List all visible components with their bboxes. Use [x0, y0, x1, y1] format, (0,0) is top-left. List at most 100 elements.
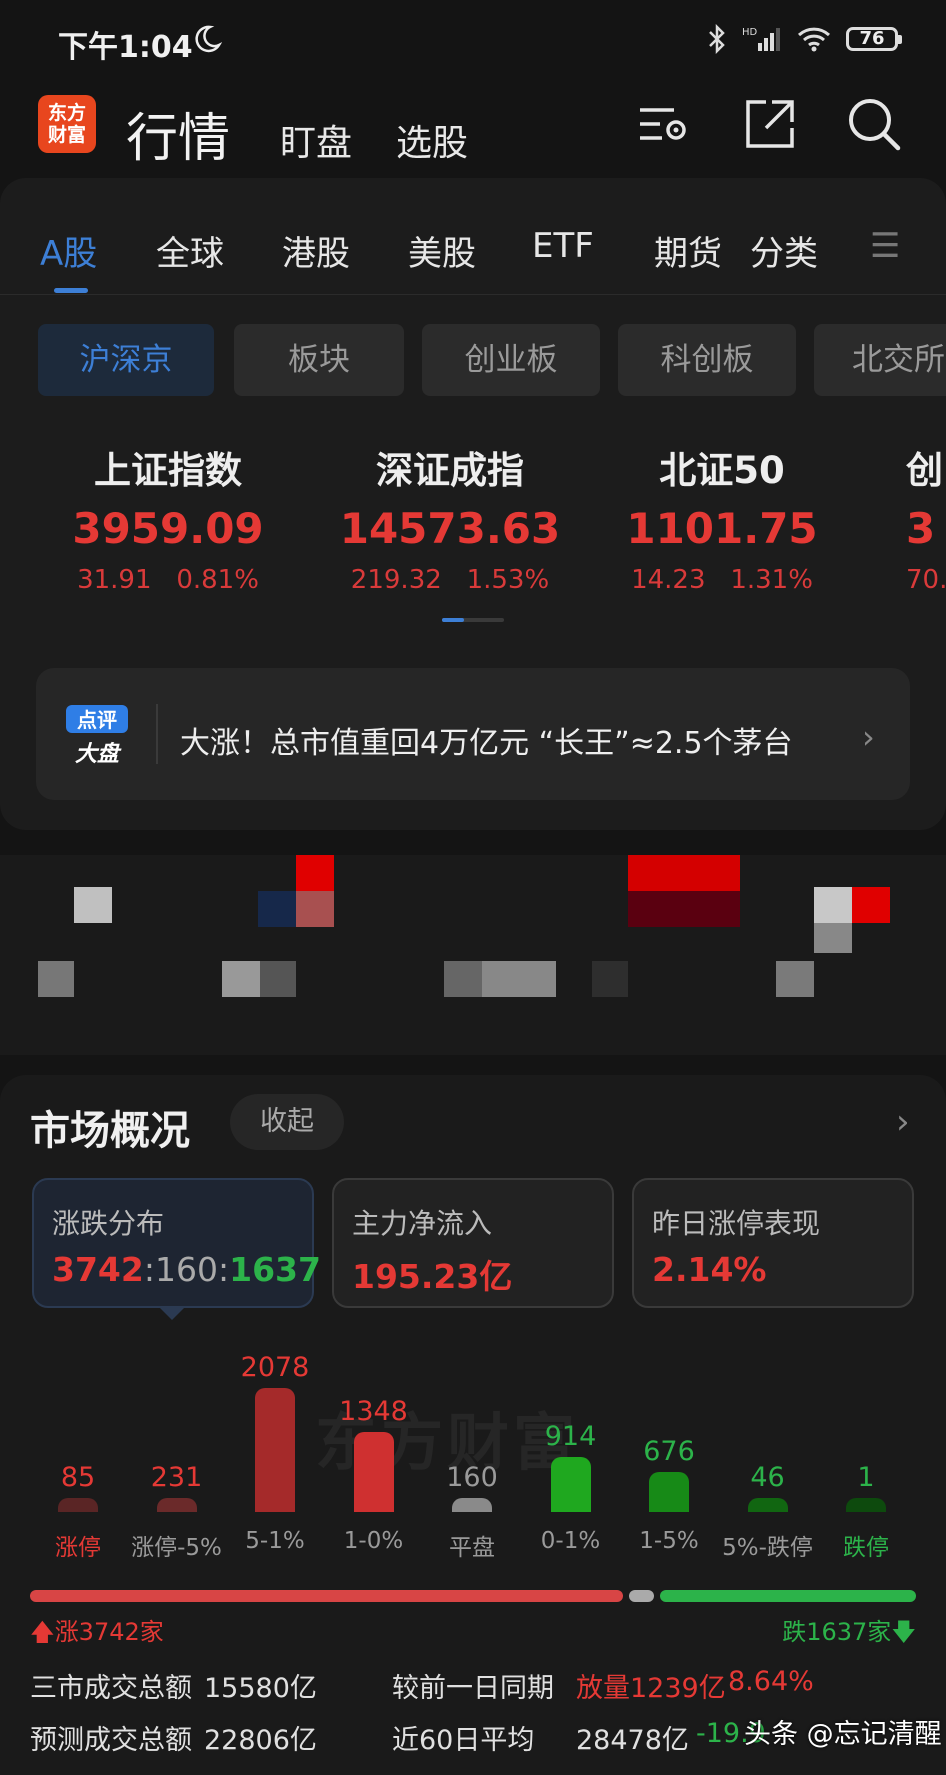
tab-categories[interactable]: 分类: [750, 226, 818, 275]
down-total: 跌1637家🡇: [782, 1618, 916, 1646]
tab-hk-stocks[interactable]: 港股: [282, 226, 350, 275]
index-change: 31.91 0.81%: [77, 565, 259, 595]
index-change: 14.23 1.31%: [631, 565, 813, 595]
tab-watchlist[interactable]: 盯盘: [280, 114, 352, 166]
moon-icon: [192, 24, 223, 58]
card-pointer: [158, 1306, 186, 1320]
status-time: 下午1:04: [58, 30, 193, 65]
turnover-value: 15580亿: [204, 1673, 317, 1704]
forecast-value: 22806亿: [204, 1725, 317, 1756]
chart-bar: [58, 1498, 98, 1512]
chart-category-label: 跌停: [843, 1535, 889, 1561]
battery-indicator: 76: [846, 27, 902, 51]
card-label: 涨跌分布: [52, 1207, 165, 1240]
page-indicator: [442, 618, 504, 622]
ratio-bar-down: [660, 1590, 916, 1602]
chart-category-label: 1-5%: [639, 1528, 699, 1554]
index-card-bse50[interactable]: 北证50 1101.75 14.23 1.31%: [612, 440, 832, 595]
index-name: 深证成指: [376, 449, 524, 492]
footer-watermark: 头条 @忘记清醒: [744, 1719, 942, 1750]
tab-global[interactable]: 全球: [156, 226, 224, 275]
avg-label: 近60日平均: [392, 1725, 535, 1756]
tab-stock-picker[interactable]: 选股: [396, 114, 468, 166]
chevron-right-icon[interactable]: ›: [896, 1102, 910, 1142]
menu-icon[interactable]: ☰: [870, 226, 900, 266]
chart-data-label: 46: [750, 1462, 785, 1493]
index-value: 14573.63: [339, 504, 561, 553]
index-value: 1101.75: [626, 504, 818, 553]
tabs-divider: [0, 294, 946, 295]
chart-category-label: 5%-跌停: [722, 1535, 813, 1561]
index-card-shenzhen[interactable]: 深证成指 14573.63 219.32 1.53%: [330, 440, 570, 595]
index-value: 3: [906, 504, 936, 553]
card-value: 195.23亿: [352, 1257, 513, 1296]
status-icons: HD 76: [706, 24, 902, 54]
signal-icon: HD: [742, 27, 780, 51]
badge-text-1: 点评: [77, 708, 117, 732]
index-name: 北证50: [659, 449, 785, 492]
turnover-label: 三市成交总额: [30, 1673, 192, 1704]
wifi-icon: [797, 27, 831, 52]
chip-sh-sz-bj[interactable]: 沪深京: [38, 324, 214, 396]
section-title: 市场概况: [30, 1108, 190, 1154]
share-external-icon[interactable]: [742, 96, 798, 152]
compare-label: 较前一日同期: [392, 1673, 554, 1704]
news-headline: 大涨！总市值重回4万亿元 “长王”≈2.5个茅台: [180, 726, 793, 761]
chevron-right-icon: ›: [862, 718, 875, 756]
chart-bar: [353, 1431, 394, 1512]
chart-data-label: 1348: [339, 1395, 408, 1427]
card-main-net-inflow[interactable]: 主力净流入 195.23亿: [332, 1178, 614, 1308]
compare-pct: 8.64%: [728, 1666, 814, 1697]
tab-a-shares[interactable]: A股: [40, 226, 97, 275]
bluetooth-icon: [709, 24, 725, 54]
chart-category-label: 平盘: [449, 1535, 495, 1561]
chip-chinext[interactable]: 创业板: [422, 324, 600, 396]
card-value: 2.14%: [652, 1250, 767, 1289]
tab-us-stocks[interactable]: 美股: [408, 226, 476, 275]
card-limit-up-performance[interactable]: 昨日涨停表现 2.14%: [632, 1178, 914, 1308]
index-name: 创: [906, 449, 943, 492]
chart-data-label: 1: [857, 1462, 875, 1493]
forecast-label: 预测成交总额: [30, 1725, 192, 1756]
svg-text:HD: HD: [742, 27, 758, 38]
index-value: 3959.09: [72, 504, 264, 553]
tab-etf[interactable]: ETF: [532, 226, 594, 266]
chart-bar: [255, 1388, 295, 1512]
chart-bar: [747, 1498, 788, 1512]
chip-star-market[interactable]: 科创板: [618, 324, 796, 396]
sector-heatmap[interactable]: [0, 855, 946, 1055]
chart-data-label: 85: [60, 1462, 96, 1493]
index-card-shanghai[interactable]: 上证指数 3959.09 31.91 0.81%: [58, 440, 278, 595]
search-icon[interactable]: [846, 96, 902, 152]
card-label: 昨日涨停表现: [652, 1207, 821, 1240]
avg-value: 28478亿: [576, 1725, 689, 1756]
chart-bar: [649, 1471, 689, 1512]
chart-bar: [550, 1457, 591, 1512]
card-value: 3742:160:1637: [52, 1250, 321, 1289]
chart-category-label: 0-1%: [540, 1528, 601, 1554]
chart-category-label: 涨停-5%: [131, 1535, 222, 1561]
news-separator: [156, 704, 158, 764]
page-title: 行情: [126, 109, 231, 169]
active-tab-indicator: [54, 288, 88, 293]
badge-text-2: 大盘: [75, 741, 122, 767]
index-card-chinext[interactable]: 创 3 70.: [906, 440, 946, 595]
settings-list-icon[interactable]: [636, 96, 692, 152]
chart-bar: [452, 1498, 492, 1512]
chip-bse[interactable]: 北交所: [814, 324, 946, 396]
collapse-button[interactable]: 收起: [230, 1094, 344, 1150]
tab-futures[interactable]: 期货: [654, 226, 722, 275]
card-label: 主力净流入: [352, 1207, 493, 1240]
ratio-bar-up: [30, 1590, 623, 1602]
chart-data-label: 676: [643, 1435, 695, 1467]
chart-category-label: 1-0%: [343, 1528, 404, 1554]
chip-sectors[interactable]: 板块: [234, 324, 404, 396]
chart-category-label: 涨停: [55, 1535, 101, 1561]
commentary-badge-icon: 点评 大盘: [64, 703, 130, 769]
chart-bar: [846, 1498, 886, 1512]
logo-line2: 财富: [47, 124, 86, 146]
card-rise-fall-distribution[interactable]: 涨跌分布 3742:160:1637: [32, 1178, 321, 1308]
ratio-bar-flat: [628, 1590, 655, 1602]
chart-data-label: 231: [150, 1462, 203, 1493]
app-logo: 东方 财富: [38, 95, 96, 153]
